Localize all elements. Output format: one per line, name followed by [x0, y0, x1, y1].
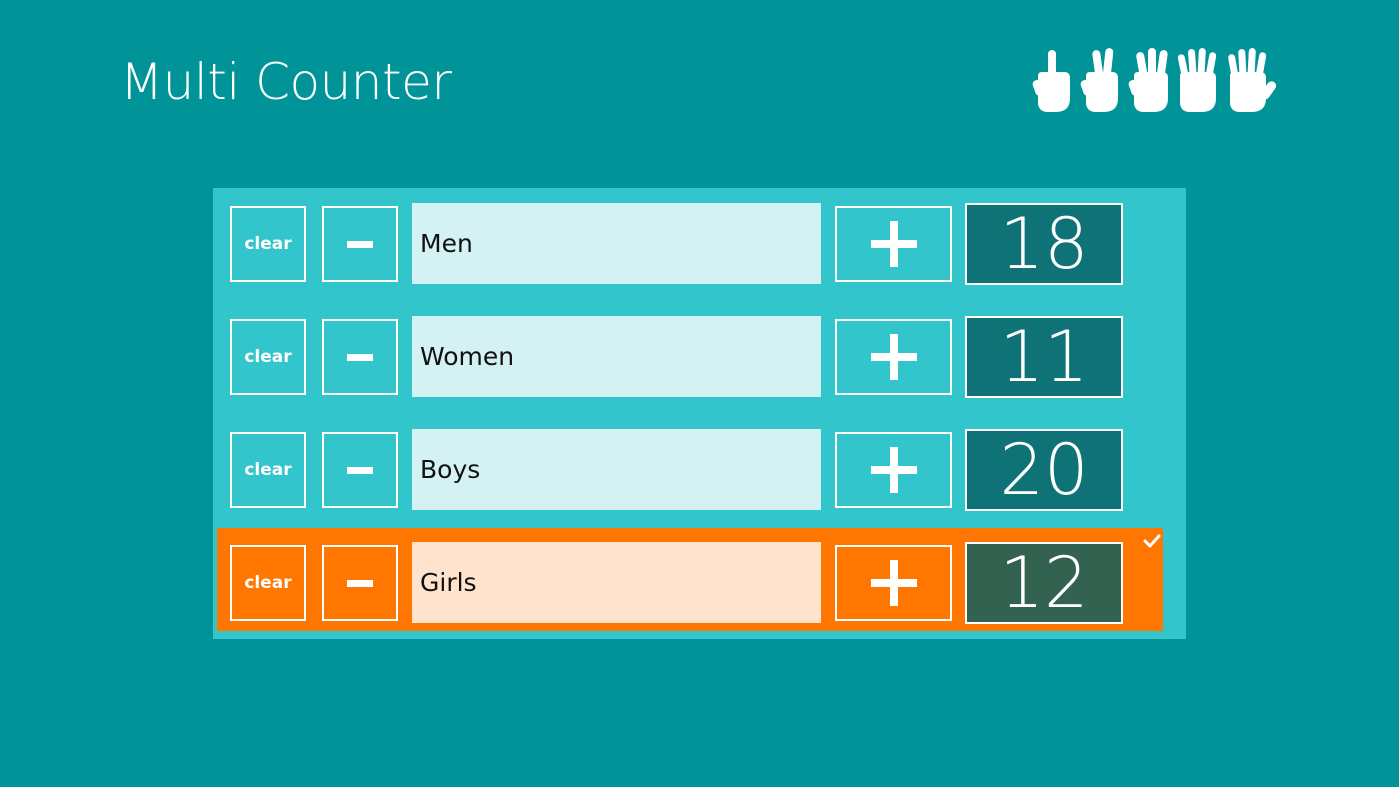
minus-icon [347, 353, 373, 361]
counter-value: 20 [965, 429, 1123, 511]
counter-value: 11 [965, 316, 1123, 398]
app-title: Multi Counter [120, 53, 452, 111]
plus-icon [870, 560, 917, 606]
clear-button[interactable]: clear [230, 319, 306, 395]
counter-row-men[interactable]: clear 18 [217, 189, 1163, 292]
increment-button[interactable] [835, 206, 952, 282]
minus-icon [347, 466, 373, 474]
decrement-button[interactable] [322, 545, 398, 621]
decrement-button[interactable] [322, 206, 398, 282]
counter-name-input[interactable] [412, 316, 821, 397]
counter-name-input[interactable] [412, 429, 821, 510]
decrement-button[interactable] [322, 432, 398, 508]
checkmark-icon [1143, 534, 1161, 548]
counter-row-women[interactable]: clear 11 [217, 302, 1163, 405]
clear-button[interactable]: clear [230, 206, 306, 282]
increment-button[interactable] [835, 319, 952, 395]
counter-row-girls[interactable]: clear 12 [217, 528, 1163, 631]
minus-icon [347, 579, 373, 587]
plus-icon [870, 334, 917, 380]
clear-button[interactable]: clear [230, 545, 306, 621]
counter-name-input[interactable] [412, 203, 821, 284]
counter-value: 18 [965, 203, 1123, 285]
counter-row-boys[interactable]: clear 20 [217, 415, 1163, 518]
plus-icon [870, 447, 917, 493]
increment-button[interactable] [835, 545, 952, 621]
app-root: Multi Counter clear Men 18 clear Women 1… [0, 0, 1399, 787]
plus-icon [870, 221, 917, 267]
counter-value: 12 [965, 542, 1123, 624]
minus-icon [347, 240, 373, 248]
counter-list-panel: clear 18 clear [213, 188, 1186, 639]
increment-button[interactable] [835, 432, 952, 508]
counting-hands-icon [1032, 48, 1277, 112]
counter-name-input[interactable] [412, 542, 821, 623]
clear-button[interactable]: clear [230, 432, 306, 508]
decrement-button[interactable] [322, 319, 398, 395]
